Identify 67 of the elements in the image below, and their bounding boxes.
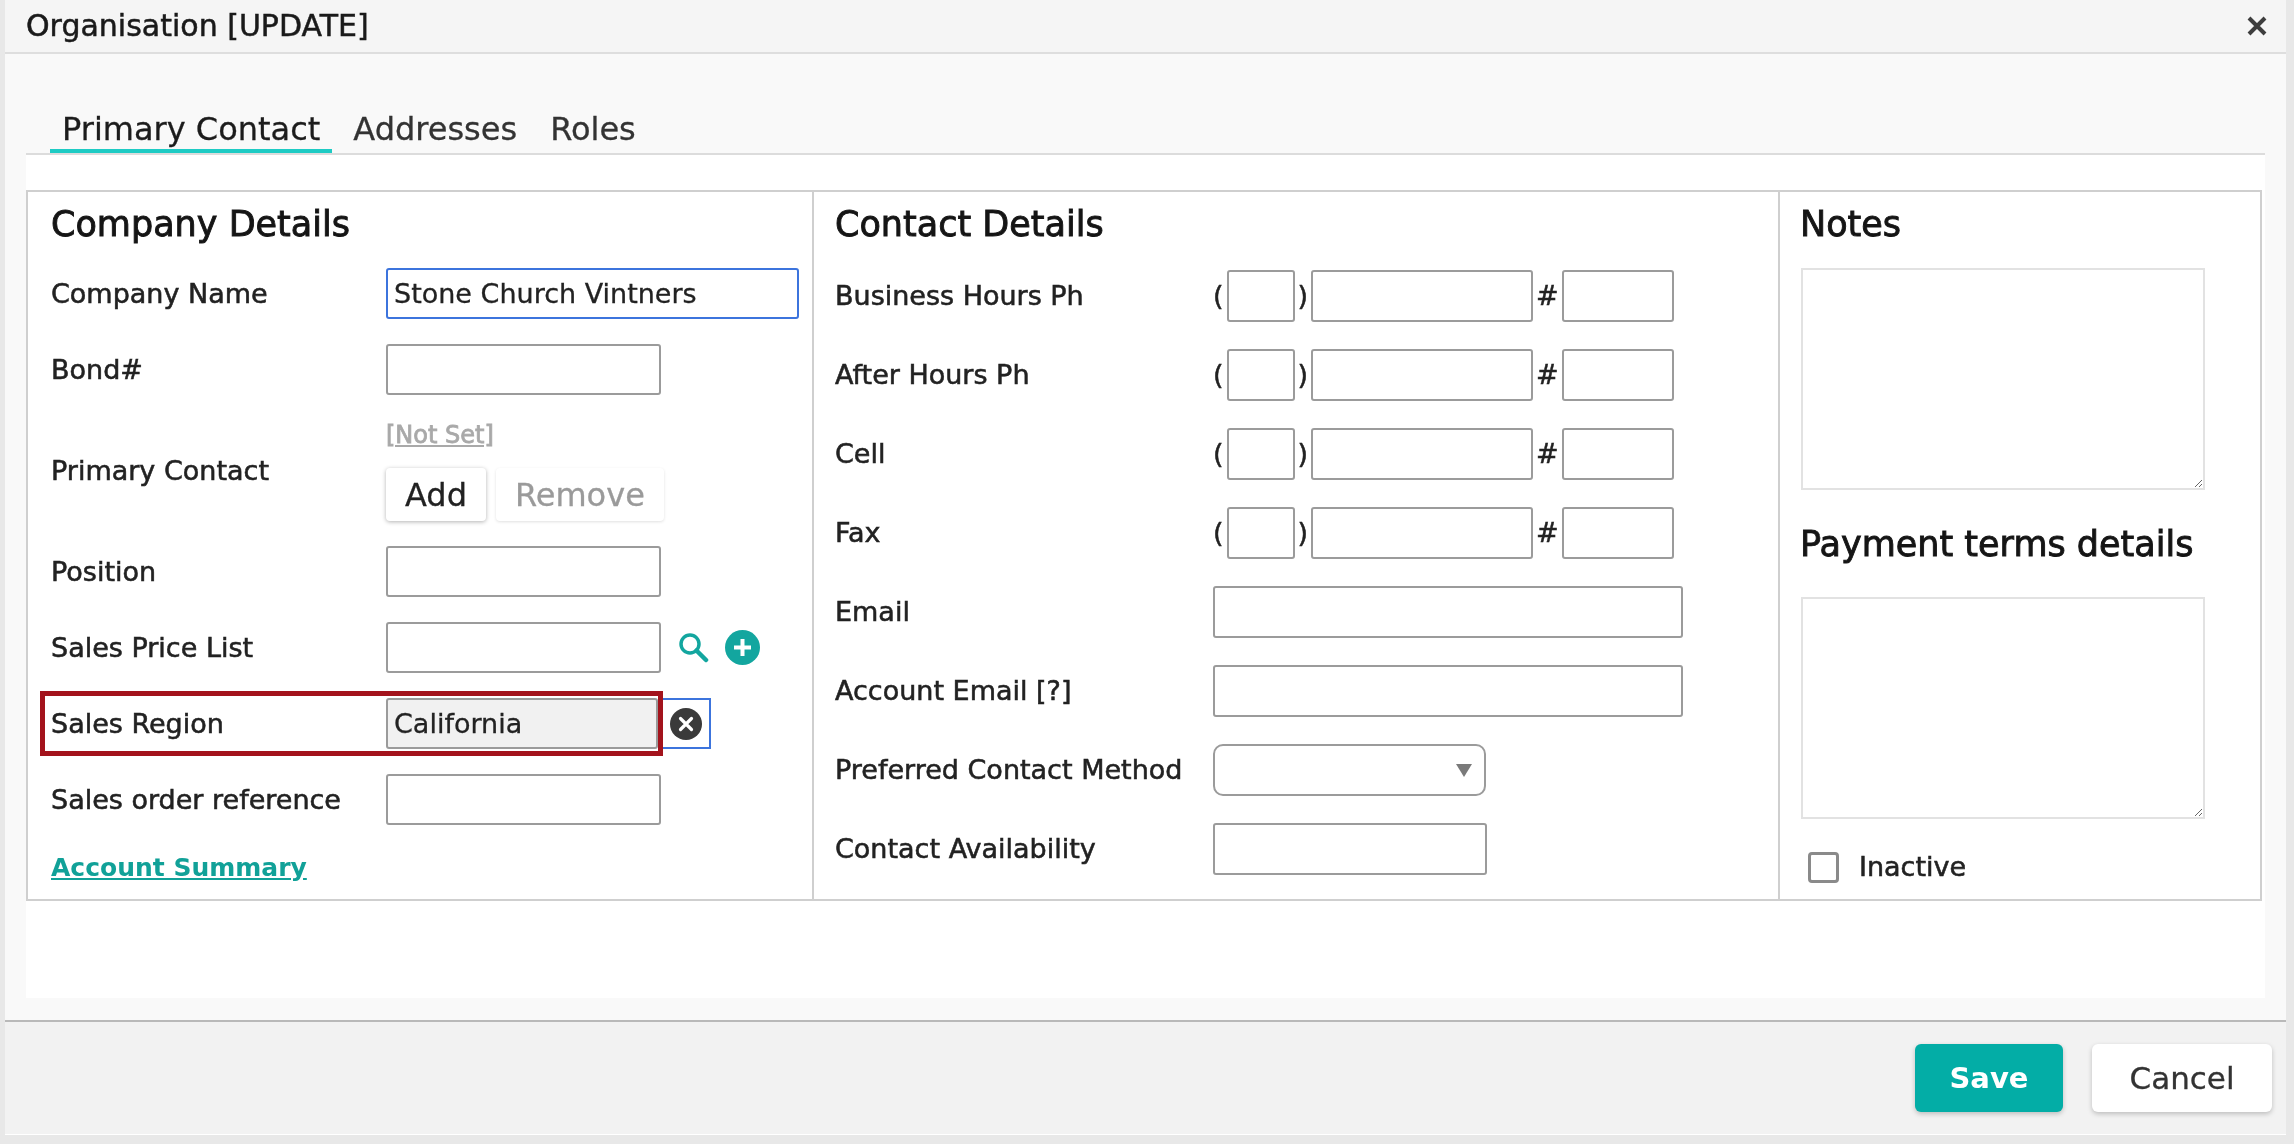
field-label: Sales Price List bbox=[51, 630, 254, 665]
lookup-field[interactable] bbox=[386, 622, 661, 673]
area-code-field[interactable] bbox=[1226, 507, 1295, 559]
clear-button[interactable] bbox=[663, 698, 711, 749]
field-label: Company Name bbox=[51, 276, 268, 311]
field-label: Preferred Contact Method bbox=[835, 753, 1183, 787]
phone-number-field[interactable] bbox=[1311, 428, 1534, 480]
close-bracket: ) bbox=[1297, 516, 1309, 550]
caret-icon bbox=[1456, 763, 1472, 777]
select-field[interactable]: California bbox=[386, 698, 658, 749]
dropdown-field[interactable] bbox=[1213, 744, 1486, 796]
input-field[interactable]: Stone Church Vintners bbox=[386, 268, 799, 319]
tab[interactable]: Roles bbox=[538, 106, 648, 153]
close-bracket: ) bbox=[1297, 437, 1309, 471]
checkbox-label: Inactive bbox=[1859, 850, 1967, 884]
input-field[interactable] bbox=[386, 546, 661, 597]
window-title: Organisation [UPDATE] bbox=[26, 7, 369, 45]
section-heading: Company Details bbox=[51, 203, 350, 246]
field-label: Primary Contact bbox=[51, 453, 269, 488]
close-bracket: ) bbox=[1297, 358, 1309, 392]
add-button[interactable]: Add bbox=[386, 468, 486, 521]
clear-icon bbox=[670, 707, 702, 740]
extension-field[interactable] bbox=[1561, 270, 1674, 322]
input-field[interactable] bbox=[1213, 823, 1487, 875]
field-label: Cell bbox=[835, 437, 886, 471]
close-bracket: ) bbox=[1297, 279, 1309, 313]
add-icon[interactable] bbox=[725, 630, 760, 665]
area-code-field[interactable] bbox=[1226, 349, 1295, 401]
field-label: Bond# bbox=[51, 352, 143, 387]
open-bracket: ( bbox=[1213, 437, 1224, 471]
payment-terms-field[interactable] bbox=[1801, 597, 2205, 819]
field-label: Business Hours Ph bbox=[835, 279, 1084, 313]
hash-sign: # bbox=[1536, 437, 1559, 471]
hash-sign: # bbox=[1536, 279, 1559, 313]
field-label: Fax bbox=[835, 516, 881, 550]
extension-field[interactable] bbox=[1561, 507, 1674, 559]
section-heading: Payment terms details bbox=[1800, 523, 2194, 566]
search-icon[interactable] bbox=[678, 632, 709, 663]
section-heading: Contact Details bbox=[835, 203, 1104, 246]
field-label: Sales order reference bbox=[51, 782, 341, 817]
section-heading: Notes bbox=[1800, 203, 1902, 246]
phone-number-field[interactable] bbox=[1311, 349, 1534, 401]
input-field[interactable] bbox=[1213, 665, 1683, 717]
input-field[interactable] bbox=[386, 774, 661, 825]
open-bracket: ( bbox=[1213, 516, 1224, 550]
cancel-button[interactable]: Cancel bbox=[2092, 1044, 2272, 1112]
close-icon[interactable] bbox=[2245, 14, 2269, 38]
field-label: Email bbox=[835, 595, 910, 629]
area-code-field[interactable] bbox=[1226, 428, 1295, 480]
input-field[interactable] bbox=[386, 344, 661, 395]
tab[interactable]: Addresses bbox=[341, 106, 530, 153]
field-label: Sales Region bbox=[51, 706, 224, 741]
hash-sign: # bbox=[1536, 358, 1559, 392]
open-bracket: ( bbox=[1213, 279, 1224, 313]
input-field[interactable] bbox=[1213, 586, 1683, 638]
extension-field[interactable] bbox=[1561, 349, 1674, 401]
field-label: Account Email [?] bbox=[835, 674, 1072, 708]
field-label: Contact Availability bbox=[835, 832, 1096, 866]
notes-field[interactable] bbox=[1801, 268, 2205, 490]
phone-number-field[interactable] bbox=[1311, 507, 1534, 559]
field-label: After Hours Ph bbox=[835, 358, 1030, 392]
phone-number-field[interactable] bbox=[1311, 270, 1534, 322]
field-label: Position bbox=[51, 554, 157, 589]
hash-sign: # bbox=[1536, 516, 1559, 550]
extension-field[interactable] bbox=[1561, 428, 1674, 480]
area-code-field[interactable] bbox=[1226, 270, 1295, 322]
open-bracket: ( bbox=[1213, 358, 1224, 392]
